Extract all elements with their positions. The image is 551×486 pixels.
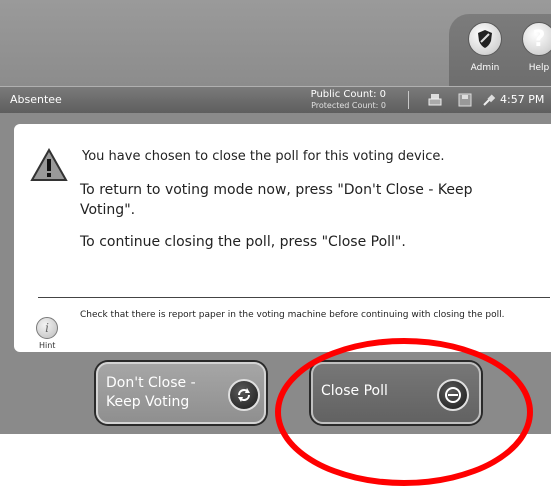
keep-voting-label-line1: Don't Close - [106,375,196,391]
clock: 4:57 PM [500,93,545,106]
protected-count: Protected Count: 0 [311,101,386,110]
keep-voting-label-line2: Keep Voting [106,394,190,410]
close-poll-instruction: To continue closing the poll, press "Clo… [80,234,406,250]
warning-icon [30,148,68,181]
hint-icon: i [36,317,58,339]
help-label: Help [528,63,550,73]
top-bar: Admin ? Help [0,0,551,88]
highlight-circle [275,338,533,486]
close-poll-dialog: You have chosen to close the poll for th… [14,124,551,352]
admin-label: Admin [470,63,500,73]
printer-icon [428,94,442,106]
keep-voting-instruction: To return to voting mode now, press "Don… [80,182,473,218]
election-mode: Absentee [10,93,62,106]
refresh-icon [228,379,260,411]
close-poll-message: You have chosen to close the poll for th… [82,149,445,164]
shield-icon [468,22,502,56]
disk-icon [458,93,472,107]
help-button[interactable]: ? Help [516,22,551,80]
help-icon: ? [522,22,551,56]
dont-close-keep-voting-button[interactable]: Don't Close - Keep Voting [96,362,266,424]
status-bar: Absentee Public Count: 0 Protected Count… [0,86,551,113]
hint-label: Hint [39,341,56,350]
plug-icon [483,94,496,106]
hint-text: Check that there is report paper in the … [80,310,505,320]
status-divider [408,91,409,109]
divider [38,297,550,298]
public-count: Public Count: 0 [310,89,386,100]
counts: Public Count: 0 Protected Count: 0 [282,89,386,111]
admin-button[interactable]: Admin [462,22,508,80]
